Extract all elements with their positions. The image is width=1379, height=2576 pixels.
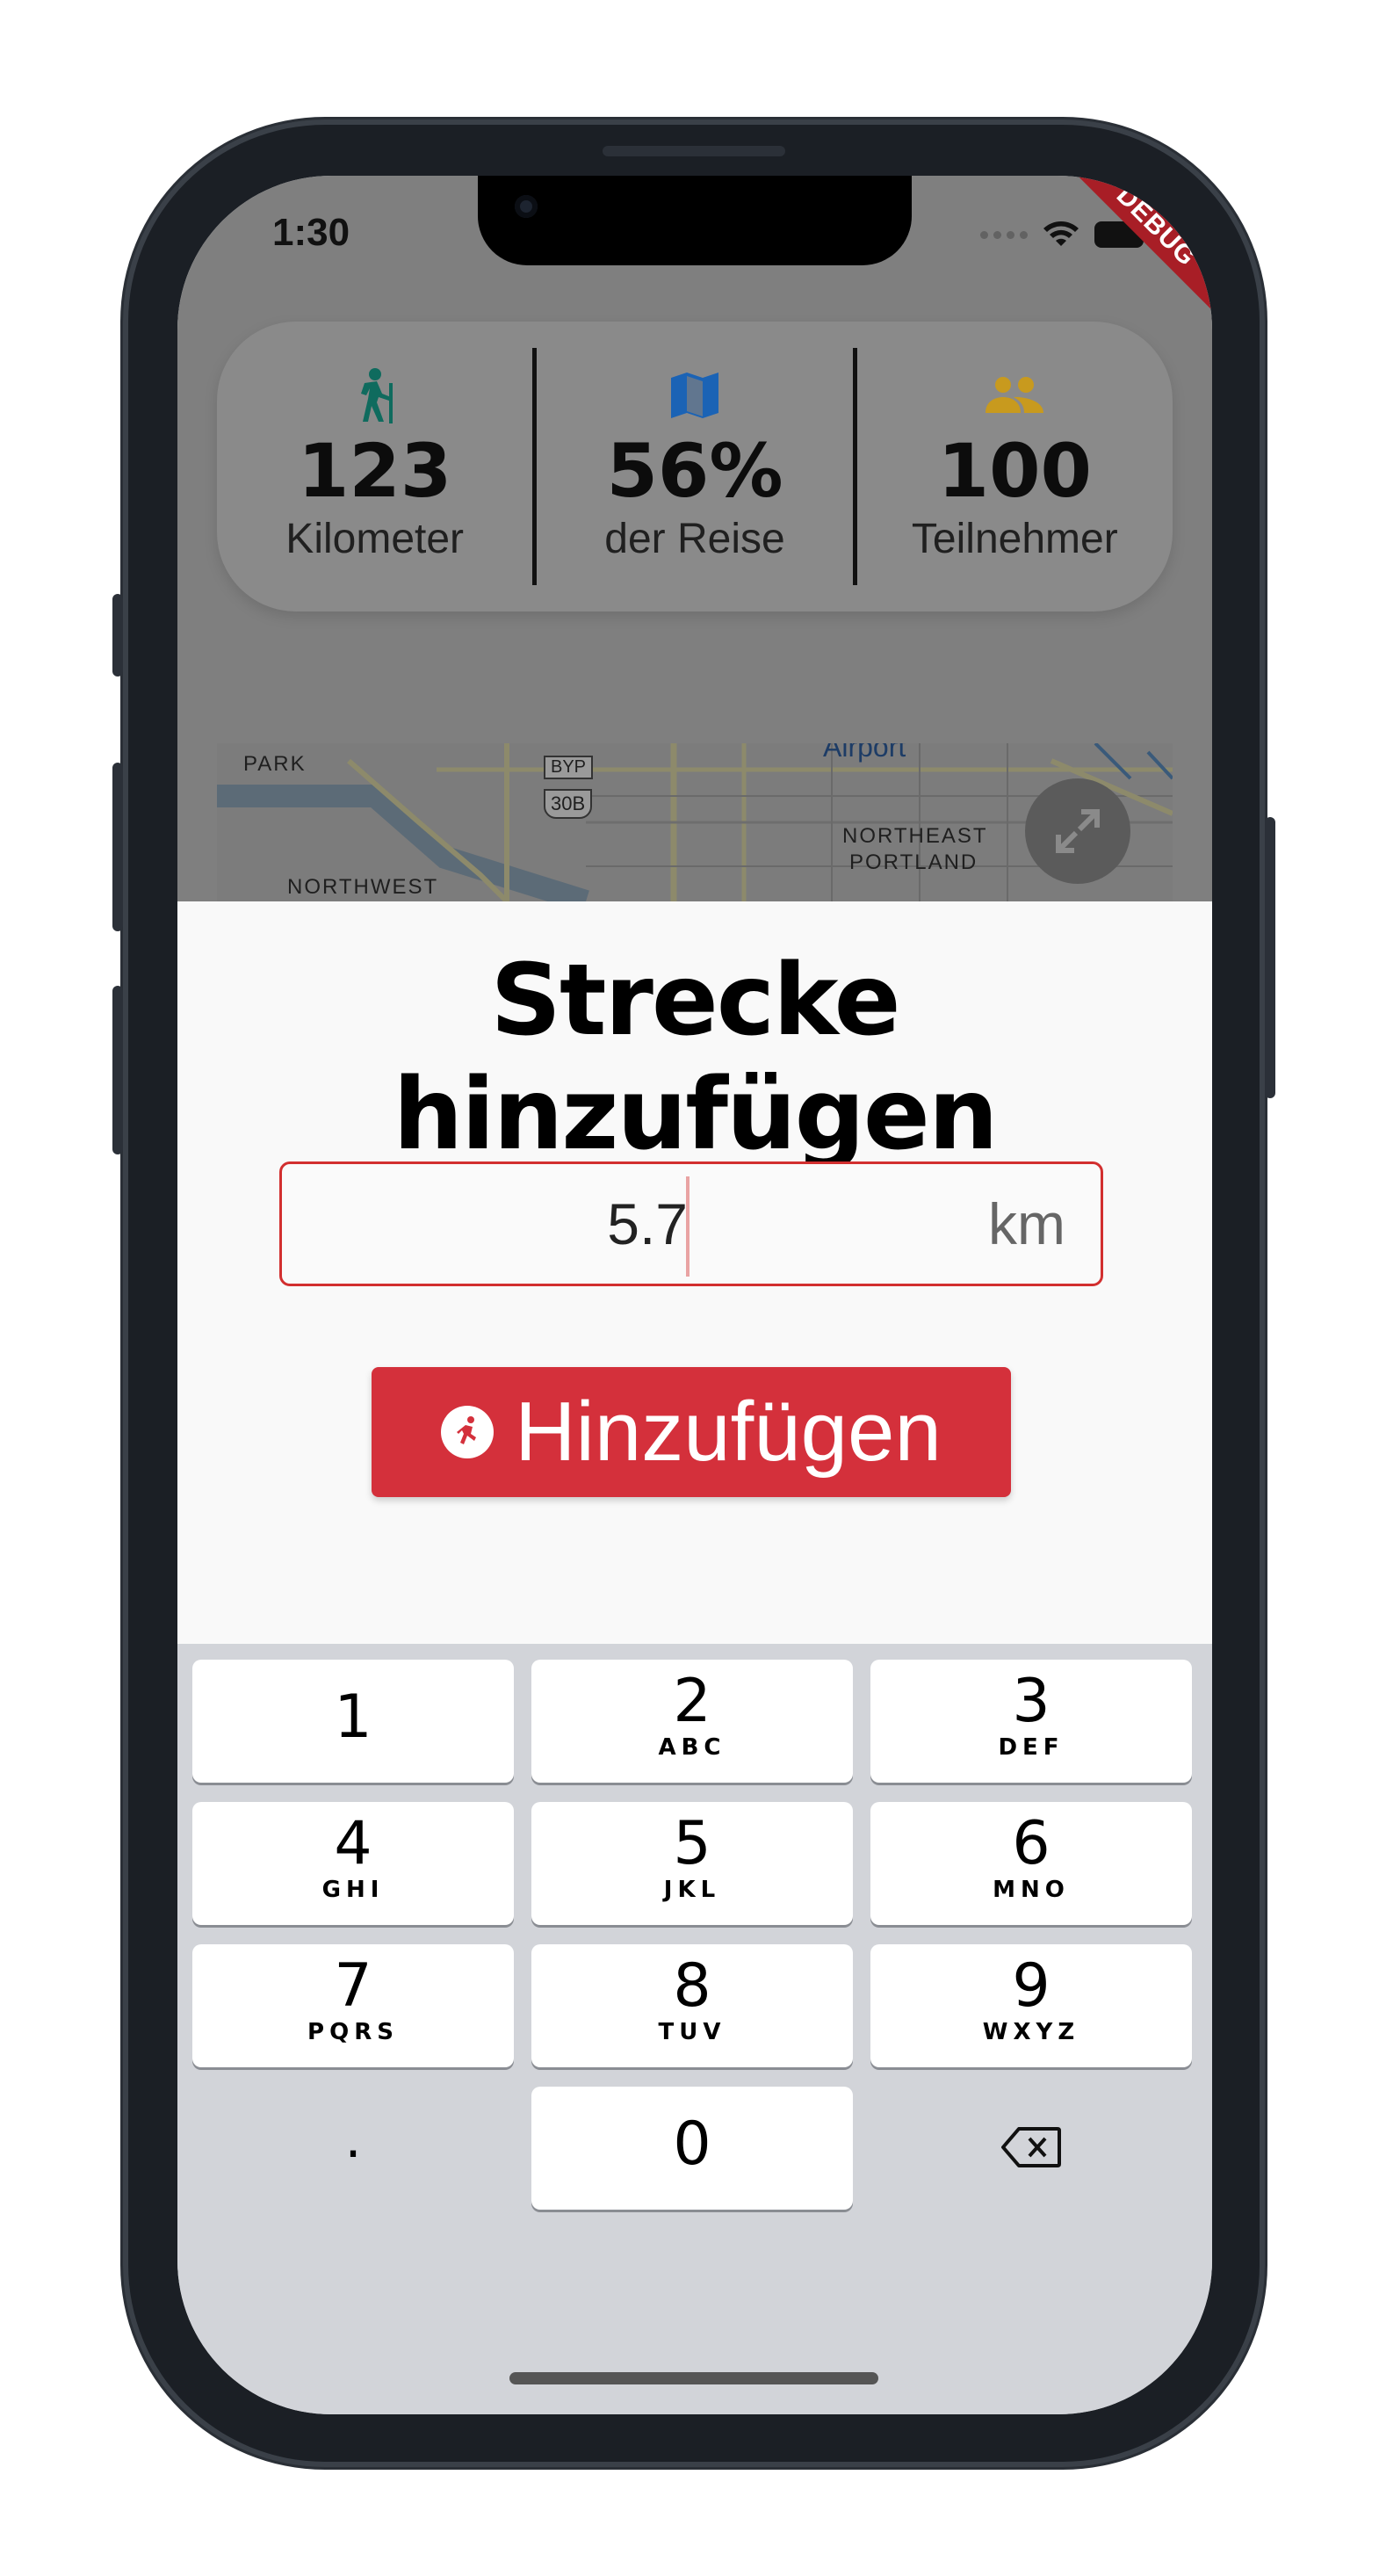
stat-value: 100 (937, 428, 1092, 514)
key-1[interactable]: 1 (192, 1660, 514, 1783)
wifi-icon (1043, 221, 1079, 246)
numeric-keyboard: 1 2 ABC 3 DEF 4 GHI 5 JKL 6 MNO 7 PQRS 8 TUV 9W… (177, 1644, 1212, 2414)
status-time: 1:30 (272, 211, 350, 254)
add-button-label: Hinzufügen (515, 1385, 942, 1479)
key-decimal[interactable]: . (192, 2087, 514, 2210)
key-8[interactable]: 8 TUV (531, 1944, 853, 2067)
mute-switch (112, 594, 123, 677)
signal-icon (980, 230, 1028, 239)
volume-down-button (112, 986, 123, 1154)
add-route-sheet: Strecke hinzufügen 5.7 km Hinzufügen (177, 901, 1212, 1644)
map-label-northwest: NORTHWEST (287, 875, 439, 899)
key-0[interactable]: 0 (531, 2087, 853, 2210)
km-input-value: 5.7 (607, 1191, 688, 1256)
map-label-byp: BYP (544, 756, 594, 779)
sheet-title: Strecke hinzufügen (393, 944, 998, 1172)
decimal-label: . (344, 2109, 362, 2170)
running-icon (441, 1406, 495, 1458)
key-7[interactable]: 7 PQRS (192, 1944, 514, 2067)
hiking-icon (360, 368, 393, 423)
stat-participants: 100 Teilnehmer (857, 367, 1173, 566)
backspace-icon (1001, 2127, 1061, 2167)
map-label-northeast: NORTHEAST (842, 824, 988, 848)
add-button[interactable]: Hinzufügen (372, 1367, 1011, 1497)
key-6[interactable]: 6 MNO (870, 1802, 1192, 1925)
key-9[interactable]: 9 WXYZ (870, 1944, 1192, 2067)
key-3[interactable]: 3 DEF (870, 1660, 1192, 1783)
map-label-portland: PORTLAND (849, 850, 978, 874)
km-unit-suffix: km (988, 1191, 1065, 1256)
key-5[interactable]: 5 JKL (531, 1802, 853, 1925)
people-icon (986, 377, 1044, 413)
expand-icon (1056, 809, 1100, 853)
key-4[interactable]: 4 GHI (192, 1802, 514, 1925)
stat-kilometer: 123 Kilometer (217, 367, 532, 566)
power-button (1265, 817, 1275, 1098)
stat-label: Kilometer (285, 516, 465, 562)
stat-label: der Reise (604, 516, 785, 562)
key-2[interactable]: 2 ABC (531, 1660, 853, 1783)
status-icons (980, 220, 1151, 250)
phone-screen: 1:30 DEBUG 123 Kilometer 56% der Reise 1… (177, 176, 1212, 2414)
map-label-airport: Airport (823, 743, 906, 763)
map-view[interactable]: PARK BYP 30B Airport NORTHEAST PORTLAND … (217, 743, 1173, 901)
stat-value: 56% (606, 428, 783, 514)
stats-card: 123 Kilometer 56% der Reise 100 Teilnehm… (217, 322, 1173, 611)
expand-map-button[interactable] (1025, 778, 1130, 884)
front-camera (515, 195, 538, 218)
stat-value: 123 (297, 428, 452, 514)
km-input[interactable]: 5.7 km (279, 1161, 1103, 1286)
volume-up-button (112, 763, 123, 931)
text-cursor (686, 1176, 690, 1277)
home-indicator (509, 2372, 878, 2384)
earpiece-speaker (603, 146, 785, 156)
notch (478, 176, 912, 265)
map-label-route: 30B (544, 789, 593, 819)
map-label-park: PARK (243, 752, 307, 776)
stat-label: Teilnehmer (911, 516, 1118, 562)
stat-trip-progress: 56% der Reise (537, 367, 852, 566)
map-icon (670, 373, 718, 418)
key-delete[interactable] (870, 2087, 1192, 2210)
